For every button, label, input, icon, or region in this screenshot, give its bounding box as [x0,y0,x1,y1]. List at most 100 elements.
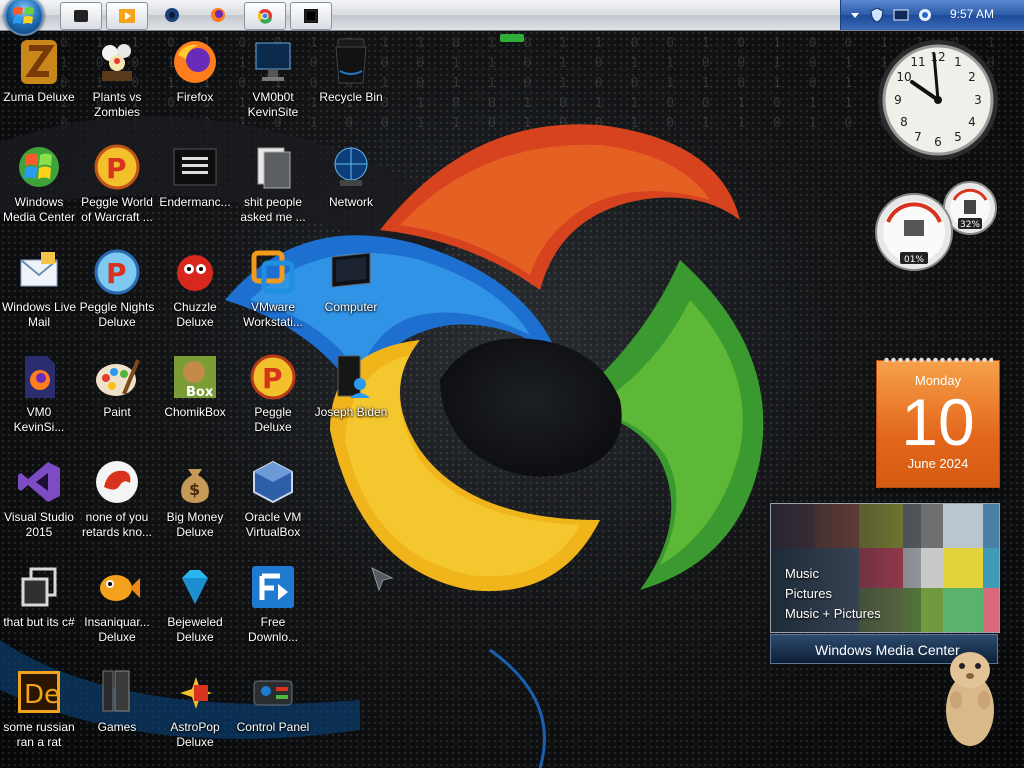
copy-icon [15,563,63,611]
network-status-icon[interactable] [917,7,933,23]
desktop-icon-chomikbox[interactable]: Box ChomikBox [156,349,234,449]
svg-text:6: 6 [934,135,942,149]
peggle-icon: P [93,143,141,191]
desktop-icon-peggle-world-of-warcraft[interactable]: P Peggle World of Warcraft ... [78,139,156,239]
zuma-icon [15,38,63,86]
gem-icon [171,563,219,611]
terminal-icon [304,9,318,23]
chevron-down-icon[interactable] [847,7,863,23]
green-indicator-icon [500,34,524,42]
media-tile [983,504,999,548]
media-tile [943,548,983,588]
desktop-icon-computer[interactable]: Computer [312,244,390,344]
taskbar-clock[interactable]: 9:57 AM [950,7,994,21]
desktop-icon-zuma-deluxe[interactable]: Zuma Deluxe [0,34,78,134]
svg-text:8: 8 [900,115,908,129]
media-menu-music-pictures[interactable]: Music + Pictures [785,604,881,624]
media-tile [943,588,983,632]
chuzzle-icon [171,248,219,296]
media-tile [943,504,983,548]
chomikbox-icon: Box [171,353,219,401]
desktop-icon-control-panel[interactable]: Control Panel [234,664,312,764]
desktop-icon-firefox[interactable]: Firefox [156,34,234,134]
svg-text:2: 2 [968,70,976,84]
desktop-icon-windows-live-mail[interactable]: Windows Live Mail [0,244,78,344]
chrome-icon [257,9,272,24]
paint-icon [93,353,141,401]
desktop-icon-shit-people-asked-me[interactable]: shit people asked me ... [234,139,312,239]
firefox-icon [171,38,219,86]
svg-text:P: P [106,257,127,290]
desktop-icon-bejeweled-deluxe[interactable]: Bejeweled Deluxe [156,559,234,659]
svg-text:3: 3 [974,93,982,107]
recycle-bin-icon [327,38,375,86]
vmware-icon [249,248,297,296]
desktop-icon-paint[interactable]: Paint [78,349,156,449]
media-player-icon [119,9,135,23]
desktop-icon-windows-media-center[interactable]: Windows Media Center [0,139,78,239]
media-tile [983,588,999,632]
shield-icon[interactable] [869,7,885,23]
firefox-file-icon [15,353,63,401]
taskbar-terminal[interactable] [290,2,332,30]
desktop-icon-oracle-vm-virtualbox[interactable]: Oracle VM VirtualBox [234,454,312,554]
desktop-icon-dragon[interactable]: none of you retards kno... [78,454,156,554]
media-center-title: Windows Media Center [815,642,960,658]
desktop-icon-plants-vs-zombies[interactable]: Plants vs Zombies [78,34,156,134]
app-window-icon [74,10,88,22]
games-icon [93,668,141,716]
document-window-icon [171,143,219,191]
desktop-icon-endermanc[interactable]: Endermanc... [156,139,234,239]
media-menu-pictures[interactable]: Pictures [785,584,881,604]
svg-text:P: P [262,362,283,395]
desktop-icon-vm0b0t-kevinsite[interactable]: VM0b0t KevinSite [234,34,312,134]
desktop-icon-peggle-nights-deluxe[interactable]: P Peggle Nights Deluxe [78,244,156,344]
taskbar-media-player[interactable] [106,2,148,30]
media-tile [983,548,999,588]
hamster-gadget-icon[interactable] [940,640,1000,750]
media-center-gadget[interactable]: Music Pictures Music + Pictures [770,503,1000,633]
desktop-icon-big-money-deluxe[interactable]: $ Big Money Deluxe [156,454,234,554]
desktop-icon-recycle-bin[interactable]: Recycle Bin [312,34,390,134]
taskbar-chrome[interactable] [244,2,286,30]
taskbar: 9:57 AM [0,0,1024,31]
desktop-icon-insaniquarium-deluxe[interactable]: Insaniquar... Deluxe [78,559,156,659]
svg-text:$: $ [189,480,200,499]
desktop-icon-peggle-deluxe[interactable]: P Peggle Deluxe [234,349,312,449]
media-menu-music[interactable]: Music [785,564,881,584]
user-folder-icon [327,353,375,401]
clock-gadget[interactable]: 12 12 345 678 91011 [876,38,1000,162]
calendar-gadget[interactable]: Monday 10 June 2024 [876,355,1000,488]
desktop-icon-that-but-its-csharp[interactable]: that but its c# [0,559,78,659]
cpu-meter-gadget[interactable]: 32% 01% [874,180,1000,280]
desktop-icon-joseph-biden[interactable]: Joseph Biden [312,349,390,449]
svg-text:Box: Box [186,385,214,400]
svg-text:De: De [24,680,60,710]
desktop-icon-vmware-workstation[interactable]: VMware Workstati... [234,244,312,344]
windows-logo-icon [13,7,34,24]
taskbar-firefox[interactable] [206,2,230,28]
network-icon [327,143,375,191]
svg-text:5: 5 [954,130,962,144]
mail-icon [15,248,63,296]
taskbar-cortana-circle[interactable] [160,2,184,28]
desktop-icon-some-russian-ran-a-rat[interactable]: De some russian ran a rat [0,664,78,764]
computer-icon [327,248,375,296]
control-panel-icon [249,668,297,716]
desktop-icon-astropop-deluxe[interactable]: AstroPop Deluxe [156,664,234,764]
desktop-icon-vm0-kevinsite[interactable]: VM0 KevinSi... [0,349,78,449]
desktop-icon-free-download-manager[interactable]: Free Downlo... [234,559,312,659]
calendar-date: 10 [901,385,975,459]
desktop-icon-games[interactable]: Games [78,664,156,764]
media-center-menu: Music Pictures Music + Pictures [785,564,881,624]
monitor-icon [249,38,297,86]
dragon-icon [93,458,141,506]
memory-chip-icon [964,200,976,214]
desktop-icon-network[interactable]: Network [312,139,390,239]
desktop-icon-visual-studio-2015[interactable]: Visual Studio 2015 [0,454,78,554]
memory-usage-text: 32% [960,220,980,230]
fish-icon [93,563,141,611]
desktop-icon-chuzzle-deluxe[interactable]: Chuzzle Deluxe [156,244,234,344]
display-icon[interactable] [893,7,909,23]
taskbar-app-window-1[interactable] [60,2,102,30]
